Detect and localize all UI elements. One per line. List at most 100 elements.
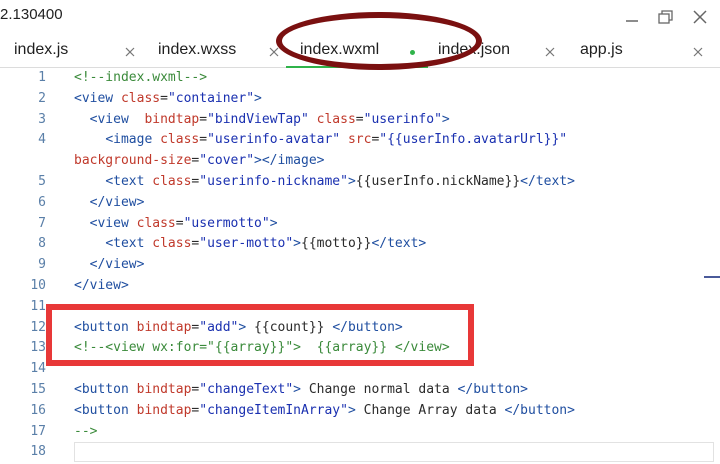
restore-icon	[658, 10, 673, 24]
line-number: 18	[30, 444, 46, 460]
code-token: >	[347, 402, 356, 418]
code-token: >	[254, 90, 262, 106]
line-number: 2	[38, 90, 46, 106]
line-number: 17	[30, 423, 46, 439]
code-token: =	[355, 111, 364, 127]
code-token: "userinfo"	[363, 111, 442, 127]
close-icon[interactable]	[124, 46, 136, 58]
code-text: background-size="cover"></image>	[74, 151, 324, 172]
code-token: class	[316, 111, 356, 127]
code-text: </view>	[74, 255, 145, 276]
code-token: </text>	[520, 174, 575, 189]
code-token: </view>	[89, 257, 145, 273]
code-token: background-size	[74, 153, 192, 169]
line-number: 8	[38, 236, 46, 252]
code-token: >	[269, 215, 278, 231]
window-title: 2.130400	[0, 6, 63, 23]
annotation-rectangle	[46, 304, 474, 366]
restore-button[interactable]	[656, 7, 676, 27]
line-number: 6	[38, 194, 46, 210]
code-token: bindtap	[144, 111, 200, 127]
code-text: <view class="container">	[74, 89, 262, 110]
code-line[interactable]: 7 <view class="usermotto">	[0, 214, 720, 235]
line-number: 14	[30, 361, 46, 377]
code-token: <text	[105, 174, 153, 189]
code-token: <view	[89, 111, 145, 127]
line-number: 12	[30, 319, 46, 335]
code-line[interactable]: 5 <text class="userinfo-nickname">{{user…	[0, 172, 720, 193]
code-token: class	[120, 90, 161, 106]
minimize-button[interactable]	[622, 7, 642, 27]
code-line[interactable]: background-size="cover"></image>	[0, 151, 720, 172]
code-token: "userinfo-avatar"	[207, 132, 341, 148]
code-token: >	[441, 111, 450, 127]
code-token: "container"	[167, 90, 255, 106]
line-number: 1	[38, 70, 46, 85]
code-line[interactable]: 3 <view bindtap="bindViewTap" class="use…	[0, 110, 720, 131]
close-icon[interactable]	[692, 46, 704, 58]
code-token: {{userInfo.nickName}}	[355, 174, 521, 189]
code-line[interactable]: 2 <view class="container">	[0, 89, 720, 110]
code-line[interactable]: 4 <image class="userinfo-avatar" src="{{…	[0, 130, 720, 151]
line-number: 9	[38, 257, 46, 273]
code-token: "bindViewTap"	[207, 111, 309, 127]
code-token: <!--index.wxml-->	[74, 70, 208, 85]
code-token: =	[199, 132, 208, 148]
code-line[interactable]: 1 <!--index.wxml-->	[0, 68, 720, 89]
code-token: Change normal data	[301, 382, 458, 397]
code-token: Change Array data	[355, 402, 505, 418]
code-line[interactable]: 9 </view>	[0, 255, 720, 276]
code-token: ></image>	[254, 153, 325, 169]
code-token: -->	[74, 423, 98, 439]
code-text: <text class="user-motto">{{motto}}</text…	[74, 234, 426, 255]
code-text: <button bindtap="changeItemInArray"> Cha…	[74, 401, 575, 422]
code-token: >	[293, 236, 301, 252]
code-line[interactable]: 6 </view>	[0, 193, 720, 214]
code-line[interactable]: 8 <text class="user-motto">{{motto}}</te…	[0, 234, 720, 255]
line-number: 15	[30, 382, 46, 397]
code-line[interactable]: 17 -->	[0, 422, 720, 443]
code-token: <view	[89, 215, 137, 231]
line-number: 10	[30, 278, 46, 293]
code-token: {{motto}}	[301, 236, 372, 252]
code-token: >	[293, 382, 301, 397]
line-number: 7	[38, 215, 46, 231]
code-token: =	[175, 215, 184, 231]
code-token: class	[160, 132, 200, 148]
code-token: <text	[105, 236, 153, 252]
close-window-button[interactable]	[690, 7, 710, 27]
code-token: >	[347, 174, 356, 189]
code-token: "changeText"	[199, 382, 294, 397]
scrollbar-marker	[704, 276, 720, 278]
tab-index-wxss[interactable]: index.wxss	[146, 36, 286, 68]
code-token: <button	[74, 402, 137, 418]
line-number: 4	[38, 132, 46, 148]
close-icon	[693, 10, 707, 24]
code-line[interactable]: 10 </view>	[0, 276, 720, 297]
code-line[interactable]: 15 <button bindtap="changeText"> Change n…	[0, 380, 720, 401]
tab-app-js[interactable]: app.js	[566, 36, 720, 68]
code-text: <image class="userinfo-avatar" src="{{us…	[74, 130, 567, 151]
line-number: 3	[38, 111, 46, 127]
code-editor[interactable]: 1 <!--index.wxml--> 2 <view class="containe…	[0, 68, 720, 464]
code-token: <button	[74, 382, 137, 397]
code-token: class	[152, 174, 192, 189]
code-text: </view>	[74, 193, 145, 214]
code-line[interactable]: 16 <button bindtap="changeItemInArray"> C…	[0, 401, 720, 422]
minimize-icon	[626, 20, 638, 22]
code-token: class	[136, 215, 176, 231]
tab-label: index.js	[14, 41, 69, 58]
line-number: 11	[30, 298, 46, 314]
code-token: </button>	[457, 382, 528, 397]
code-token: </view>	[74, 278, 129, 293]
code-token: =	[160, 90, 168, 106]
code-token: <image	[105, 132, 161, 148]
window-controls	[622, 7, 710, 27]
close-icon[interactable]	[544, 46, 556, 58]
code-token: "usermotto"	[183, 215, 270, 231]
tab-index-js[interactable]: index.js	[0, 36, 146, 68]
editor-input-line[interactable]	[74, 442, 714, 462]
